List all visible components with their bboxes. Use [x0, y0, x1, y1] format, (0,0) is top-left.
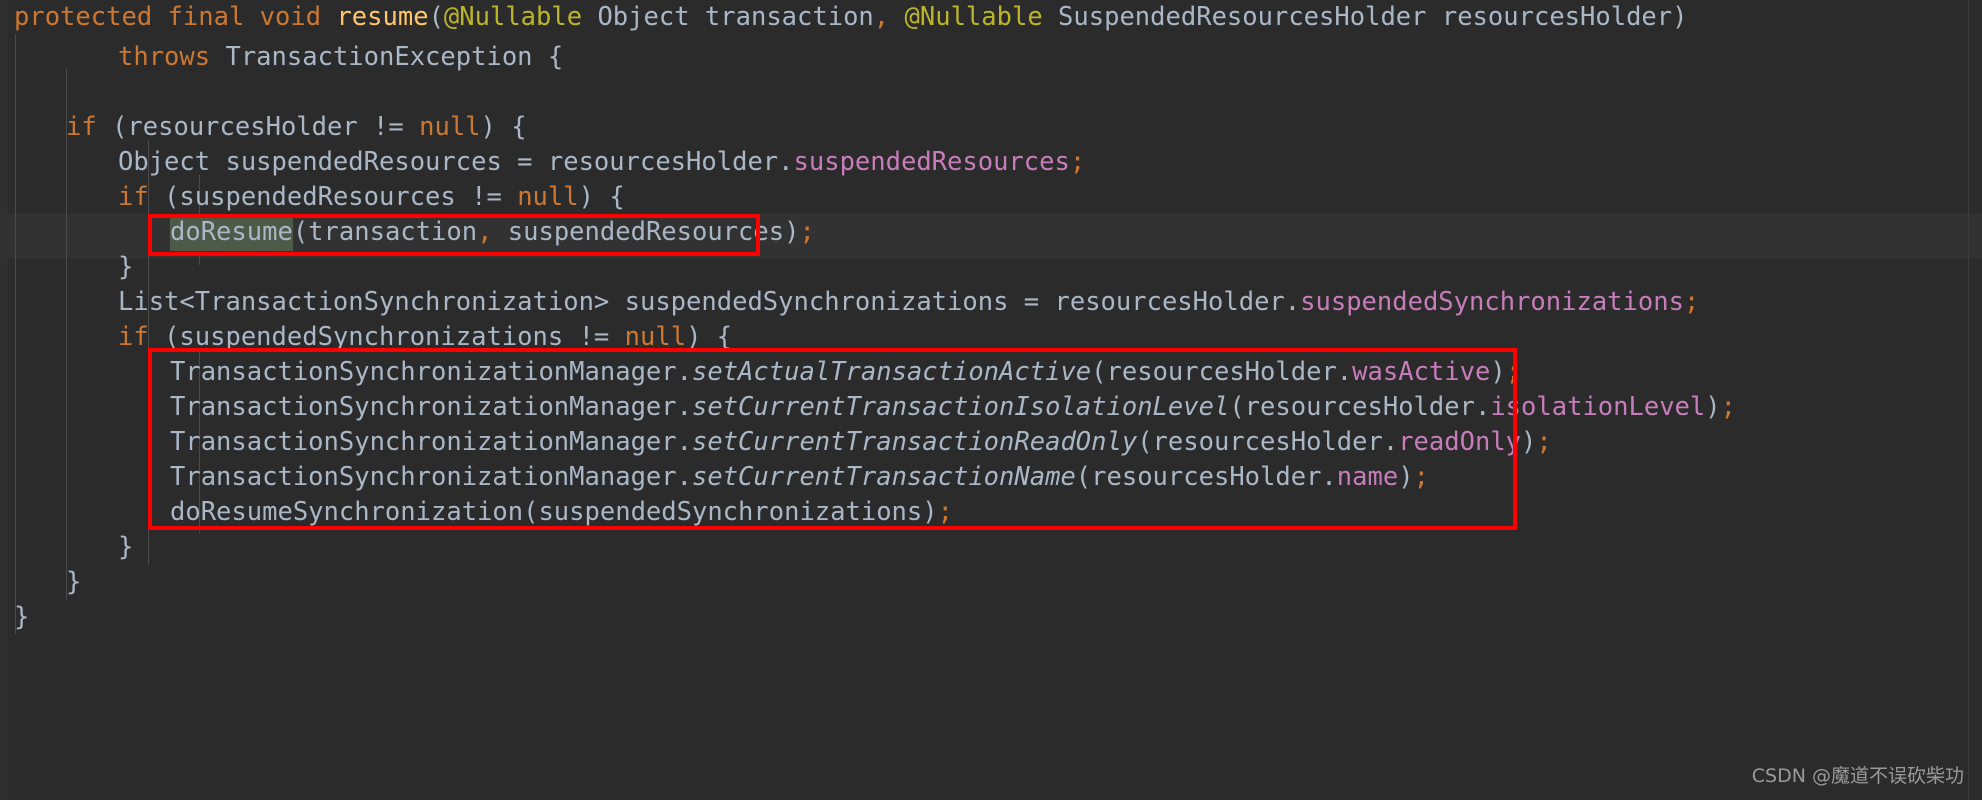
code-token: ; — [937, 497, 953, 527]
code-token: null — [517, 182, 579, 212]
code-token: ; — [799, 217, 815, 247]
code-token: setCurrentTransactionIsolationLevel — [691, 392, 1230, 422]
code-token: ( — [428, 2, 444, 32]
code-token: suspendedSynchronizations — [1300, 287, 1684, 317]
code-token: ) — [1521, 427, 1537, 457]
code-token: @Nullable — [904, 2, 1043, 32]
code-token: null — [624, 322, 687, 352]
code-token: , — [873, 2, 890, 32]
code-token: ; — [1683, 287, 1700, 317]
code-line[interactable]: protected final void resume(@Nullable Ob… — [0, 0, 1687, 35]
code-token: (transaction — [292, 217, 478, 247]
code-token: ) { — [480, 112, 527, 142]
code-token: } — [118, 252, 134, 282]
code-token: ; — [1505, 357, 1522, 387]
code-token: null — [419, 112, 481, 142]
code-line[interactable]: TransactionSynchronizationManager.setCur… — [0, 460, 1429, 495]
code-token: TransactionSynchronizationManager. — [170, 462, 692, 492]
code-token: (suspendedSynchronizations != — [148, 322, 625, 352]
code-token: (resourcesHolder. — [1137, 427, 1399, 457]
code-token: Object suspendedResources = resourcesHol… — [118, 147, 794, 177]
code-line[interactable]: List<TransactionSynchronization> suspend… — [0, 285, 1699, 320]
code-token: (suspendedResources != — [148, 182, 518, 212]
code-token: resume — [336, 2, 429, 32]
code-token: (resourcesHolder. — [1091, 357, 1353, 387]
code-token: ) — [1398, 462, 1414, 492]
code-token: ; — [1536, 427, 1552, 457]
code-line[interactable]: if (suspendedResources != null) { — [0, 180, 625, 215]
code-token: } — [14, 602, 30, 632]
code-editor[interactable]: protected final void resume(@Nullable Ob… — [0, 0, 1982, 800]
code-token: void — [259, 2, 322, 32]
code-token: ) { — [686, 322, 733, 352]
code-token: if — [118, 322, 149, 352]
caret-identifier-highlight: doResume — [170, 215, 293, 251]
code-token: List<TransactionSynchronization> suspend… — [118, 287, 1301, 317]
code-line[interactable]: if (resourcesHolder != null) { — [0, 110, 527, 145]
code-token: TransactionException { — [210, 42, 564, 72]
code-text-layer[interactable]: protected final void resume(@Nullable Ob… — [0, 0, 1982, 800]
code-line[interactable]: } — [0, 250, 133, 285]
code-line[interactable]: TransactionSynchronizationManager.setCur… — [0, 390, 1736, 425]
code-token: } — [118, 532, 134, 562]
code-token: readOnly — [1398, 427, 1522, 457]
code-token: suspendedResources — [793, 147, 1070, 177]
code-token: , — [477, 217, 493, 247]
code-token: } — [66, 567, 82, 597]
code-token: if — [118, 182, 149, 212]
code-token: ) { — [578, 182, 625, 212]
code-token: suspendedResources) — [492, 217, 800, 247]
code-line[interactable]: } — [0, 530, 133, 565]
code-line[interactable]: } — [0, 565, 81, 600]
code-line[interactable]: TransactionSynchronizationManager.setAct… — [0, 355, 1521, 390]
code-token: throws — [118, 42, 211, 72]
code-token: TransactionSynchronizationManager. — [170, 427, 692, 457]
watermark-text: CSDN @魔道不误砍柴功 — [1751, 765, 1964, 787]
code-token: TransactionSynchronizationManager. — [170, 357, 692, 387]
code-line[interactable]: TransactionSynchronizationManager.setCur… — [0, 425, 1552, 460]
code-line[interactable]: doResume(transaction, suspendedResources… — [0, 215, 815, 251]
code-token: ) — [1490, 357, 1506, 387]
code-token: setCurrentTransactionReadOnly — [691, 427, 1138, 457]
code-token: wasActive — [1352, 357, 1491, 387]
code-token: Object transaction — [582, 2, 874, 32]
code-token: isolationLevel — [1490, 392, 1706, 422]
code-token: ; — [1413, 462, 1429, 492]
code-token: ; — [1069, 147, 1086, 177]
code-token: if — [66, 112, 97, 142]
code-token: TransactionSynchronizationManager. — [170, 392, 692, 422]
code-token: name — [1336, 462, 1399, 492]
code-token: (resourcesHolder != — [96, 112, 420, 142]
code-line[interactable]: doResumeSynchronization(suspendedSynchro… — [0, 495, 953, 530]
code-token: setCurrentTransactionName — [691, 462, 1076, 492]
code-line[interactable]: throws TransactionException { — [0, 40, 563, 75]
code-token: ; — [1720, 392, 1736, 422]
code-line[interactable]: } — [0, 600, 29, 635]
code-token: (resourcesHolder. — [1229, 392, 1491, 422]
code-token: @Nullable — [443, 2, 583, 32]
code-token: setActualTransactionActive — [691, 357, 1092, 387]
code-line[interactable]: if (suspendedSynchronizations != null) { — [0, 320, 732, 355]
code-token: ) — [1705, 392, 1721, 422]
code-token: (resourcesHolder. — [1075, 462, 1337, 492]
code-token: SuspendedResourcesHolder resourcesHolder… — [1042, 2, 1688, 32]
code-token: protected — [14, 2, 153, 32]
code-line[interactable]: Object suspendedResources = resourcesHol… — [0, 145, 1085, 180]
code-token: final — [167, 2, 245, 32]
code-token: doResumeSynchronization(suspendedSynchro… — [170, 497, 938, 527]
